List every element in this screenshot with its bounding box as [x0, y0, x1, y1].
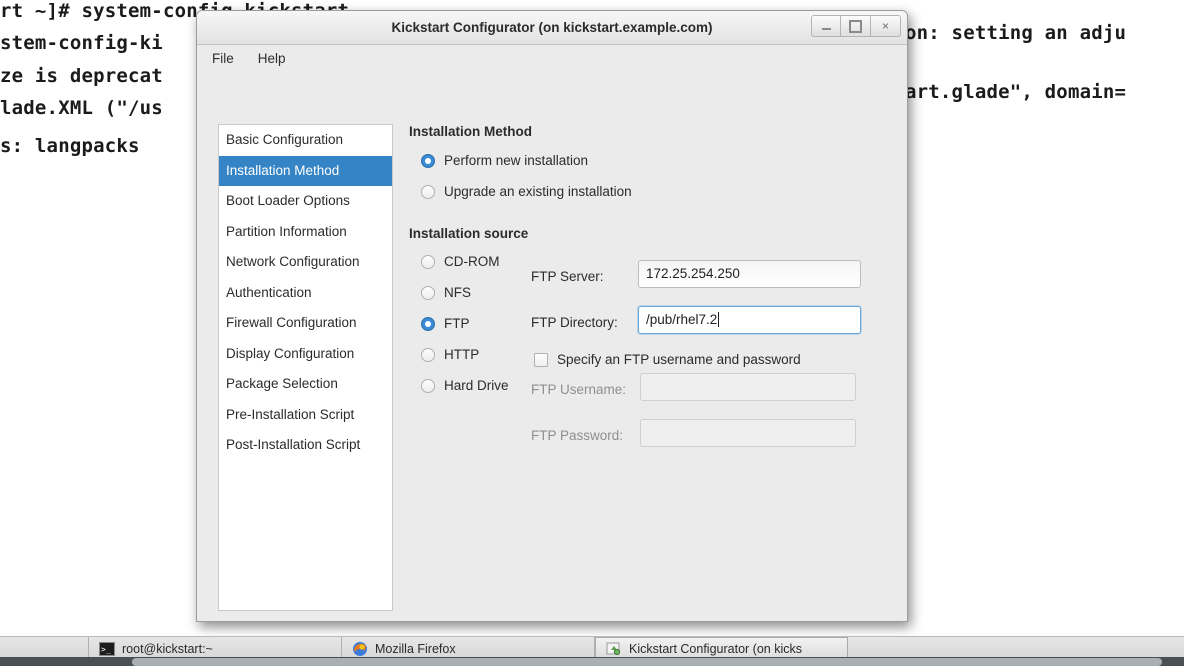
taskbar-scrollbar[interactable]	[132, 658, 1162, 666]
radio-label: FTP	[444, 316, 470, 331]
menu-file[interactable]: File	[209, 49, 237, 68]
ftp-password-label: FTP Password:	[531, 428, 624, 443]
sidebar-item-installation-method[interactable]: Installation Method	[219, 155, 392, 186]
radio-label: Upgrade an existing installation	[444, 184, 632, 199]
close-icon[interactable]: ×	[871, 15, 901, 37]
ftp-directory-value: /pub/rhel7.2	[646, 312, 718, 327]
window-titlebar[interactable]: Kickstart Configurator (on kickstart.exa…	[197, 11, 907, 45]
content-pane: Installation Method Perform new installa…	[400, 71, 907, 622]
radio-label: NFS	[444, 285, 471, 300]
specify-ftp-credentials-checkbox[interactable]: Specify an FTP username and password	[534, 352, 801, 367]
ftp-username-input[interactable]	[640, 373, 856, 401]
taskbar: >_ root@kickstart:~ Mozilla Firefox Kick…	[0, 636, 1184, 666]
radio-label: Hard Drive	[444, 378, 509, 393]
svg-text:>_: >_	[101, 645, 111, 654]
sidebar-item-firewall-configuration[interactable]: Firewall Configuration	[219, 308, 392, 339]
ftp-password-input[interactable]	[640, 419, 856, 447]
terminal-line: lade.XML ("/us	[0, 97, 163, 119]
text-caret	[718, 312, 720, 327]
radio-indicator-icon	[421, 184, 435, 199]
ftp-server-value: 172.25.254.250	[646, 266, 740, 281]
sidebar-item-basic-configuration[interactable]: Basic Configuration	[219, 125, 392, 156]
radio-indicator-icon	[421, 153, 435, 168]
installation-method-heading: Installation Method	[409, 124, 532, 139]
sidebar-item-partition-information[interactable]: Partition Information	[219, 217, 392, 248]
minimize-icon[interactable]	[811, 15, 841, 37]
radio-source-nfs[interactable]: NFS	[421, 285, 471, 300]
radio-perform-new-installation[interactable]: Perform new installation	[421, 153, 588, 168]
sidebar-item-network-configuration[interactable]: Network Configuration	[219, 247, 392, 278]
terminal-line: s: langpacks	[0, 135, 140, 157]
terminal-line: art.glade", domain=	[905, 81, 1127, 103]
terminal-line: stem-config-ki	[0, 32, 163, 54]
radio-source-cdrom[interactable]: CD-ROM	[421, 254, 500, 269]
radio-label: CD-ROM	[444, 254, 500, 269]
ftp-server-label: FTP Server:	[531, 269, 604, 284]
radio-indicator-icon	[421, 254, 435, 269]
installation-source-heading: Installation source	[409, 226, 529, 241]
radio-indicator-icon	[421, 316, 435, 331]
dialog-body: Basic Configuration Installation Method …	[197, 71, 907, 622]
checkbox-indicator-icon	[534, 352, 548, 367]
window-title: Kickstart Configurator (on kickstart.exa…	[391, 20, 713, 35]
sidebar-item-post-installation-script[interactable]: Post-Installation Script	[219, 430, 392, 461]
taskbar-item-label: Kickstart Configurator (on kicks	[629, 642, 802, 656]
radio-label: HTTP	[444, 347, 480, 362]
checkbox-label: Specify an FTP username and password	[557, 352, 801, 367]
taskbar-item-label: Mozilla Firefox	[375, 642, 456, 656]
sidebar-item-pre-installation-script[interactable]: Pre-Installation Script	[219, 400, 392, 431]
radio-source-hard-drive[interactable]: Hard Drive	[421, 378, 509, 393]
menu-help[interactable]: Help	[255, 49, 289, 68]
close-glyph: ×	[881, 19, 889, 33]
sidebar-item-display-configuration[interactable]: Display Configuration	[219, 339, 392, 370]
ftp-directory-label: FTP Directory:	[531, 315, 618, 330]
radio-source-ftp[interactable]: FTP	[421, 316, 470, 331]
ftp-directory-input[interactable]: /pub/rhel7.2	[638, 306, 861, 334]
desktop-screen: rt ~]# system-config-kickstart stem-conf…	[0, 0, 1184, 666]
radio-indicator-icon	[421, 285, 435, 300]
terminal-line: on: setting an adju	[905, 22, 1127, 44]
terminal-icon: >_	[99, 642, 115, 656]
window-controls: ×	[811, 15, 901, 37]
terminal-line: ze is deprecat	[0, 65, 163, 87]
radio-source-http[interactable]: HTTP	[421, 347, 479, 362]
menubar: File Help	[197, 45, 907, 71]
radio-indicator-icon	[421, 378, 435, 393]
sidebar-item-package-selection[interactable]: Package Selection	[219, 369, 392, 400]
section-list[interactable]: Basic Configuration Installation Method …	[218, 124, 393, 611]
radio-indicator-icon	[421, 347, 435, 362]
kickstart-icon	[606, 642, 621, 656]
kickstart-configurator-window: Kickstart Configurator (on kickstart.exa…	[196, 10, 908, 622]
taskbar-item-label: root@kickstart:~	[122, 642, 213, 656]
radio-upgrade-existing-installation[interactable]: Upgrade an existing installation	[421, 184, 632, 199]
radio-label: Perform new installation	[444, 153, 589, 168]
sidebar-item-boot-loader-options[interactable]: Boot Loader Options	[219, 186, 392, 217]
sidebar-item-authentication[interactable]: Authentication	[219, 278, 392, 309]
firefox-icon	[353, 642, 367, 656]
ftp-server-input[interactable]: 172.25.254.250	[638, 260, 861, 288]
ftp-username-label: FTP Username:	[531, 382, 627, 397]
maximize-icon[interactable]	[841, 15, 871, 37]
